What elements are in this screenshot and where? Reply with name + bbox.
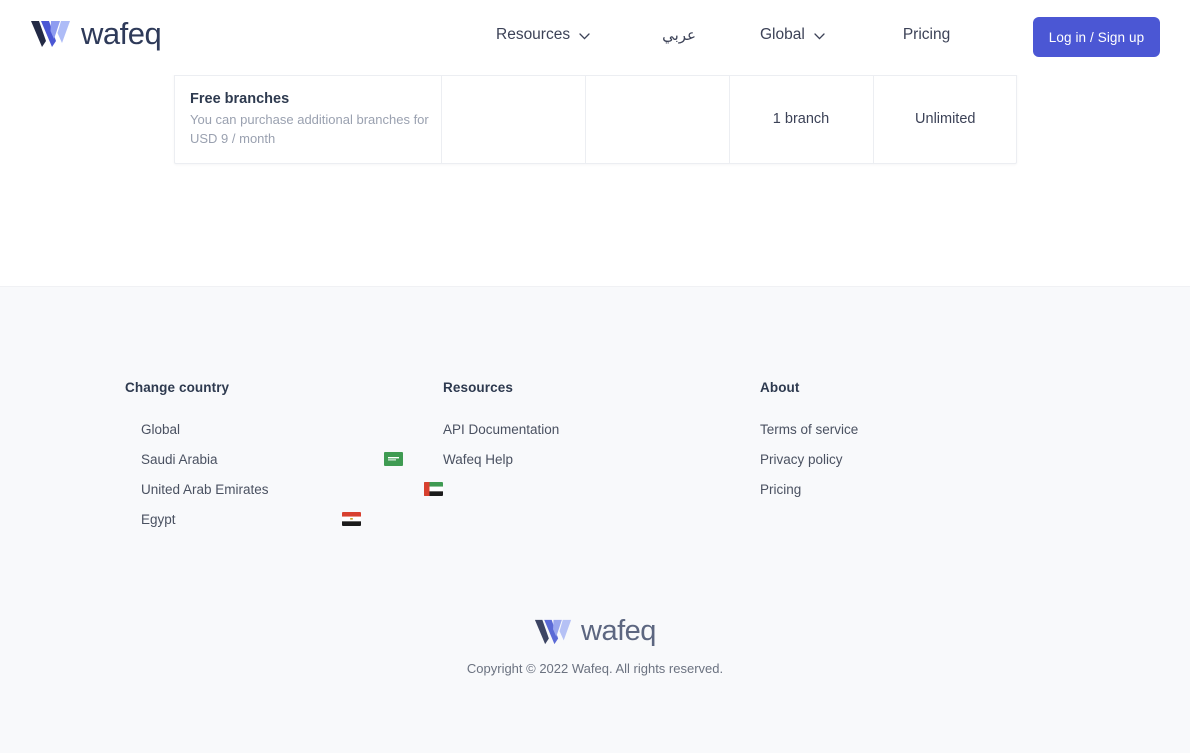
site-footer: Change country Global Saudi Arabia Unite…	[0, 286, 1190, 753]
footer-columns: Change country Global Saudi Arabia Unite…	[125, 380, 1065, 534]
uae-flag-icon	[424, 482, 443, 496]
nav-item-resources[interactable]: Resources	[496, 26, 590, 44]
egypt-flag-icon	[341, 512, 361, 526]
footer-link-united-arab-emirates[interactable]: United Arab Emirates	[125, 474, 443, 504]
footer-column-change-country: Change country Global Saudi Arabia Unite…	[125, 380, 443, 534]
footer-link-wafeq-help[interactable]: Wafeq Help	[443, 444, 760, 474]
chevron-down-icon	[814, 32, 825, 40]
table-cell-feature: Free branches You can purchase additiona…	[175, 74, 442, 164]
wafeq-logo-icon	[31, 20, 70, 47]
footer-column-heading: Resources	[443, 380, 513, 395]
nav-item-pricing[interactable]: Pricing	[903, 26, 950, 44]
footer-logo-block: wafeq Copyright © 2022 Wafeq. All rights…	[0, 617, 1190, 677]
table-cell-plan-1	[441, 74, 586, 164]
page-root: Free branches You can purchase additiona…	[0, 0, 1190, 753]
footer-column-heading: About	[760, 380, 800, 395]
footer-link-label: API Documentation	[443, 421, 560, 437]
footer-link-pricing[interactable]: Pricing	[760, 474, 1060, 504]
footer-logo-text: wafeq	[581, 615, 656, 647]
footer-column-about: About Terms of service Privacy policy Pr…	[760, 380, 1060, 534]
table-cell-plan-3: 1 branch	[729, 74, 874, 164]
footer-link-global[interactable]: Global	[125, 414, 443, 444]
footer-link-saudi-arabia[interactable]: Saudi Arabia	[125, 444, 443, 474]
footer-logo[interactable]: wafeq	[534, 617, 656, 646]
flag-slot	[218, 452, 403, 466]
logo-text: wafeq	[81, 16, 162, 51]
nav-item-arabic[interactable]: عربي	[662, 26, 696, 44]
site-header: wafeq Resources عربي Global Pricing Log …	[0, 0, 1190, 75]
footer-column-resources: Resources API Documentation Wafeq Help	[443, 380, 760, 534]
footer-link-label: Saudi Arabia	[141, 451, 218, 467]
footer-column-heading: Change country	[125, 380, 230, 395]
feature-description: You can purchase additional branches for…	[190, 112, 429, 147]
table-cell-plan-4: Unlimited	[873, 74, 1017, 164]
nav-item-label: Resources	[496, 26, 571, 43]
footer-link-label: Egypt	[141, 511, 176, 527]
footer-link-api-documentation[interactable]: API Documentation	[443, 414, 760, 444]
copyright-text: Copyright © 2022 Wafeq. All rights reser…	[466, 661, 724, 676]
footer-link-egypt[interactable]: Egypt	[125, 504, 443, 534]
footer-link-label: United Arab Emirates	[141, 481, 269, 497]
table-row: Free branches You can purchase additiona…	[175, 74, 1017, 164]
chevron-down-icon	[579, 32, 590, 40]
login-signup-button[interactable]: Log in / Sign up	[1033, 17, 1160, 57]
footer-link-privacy-policy[interactable]: Privacy policy	[760, 444, 1060, 474]
feature-title: Free branches	[190, 90, 290, 107]
footer-link-label: Global	[141, 421, 181, 437]
footer-link-label: Wafeq Help	[443, 451, 514, 467]
footer-link-label: Pricing	[760, 481, 802, 497]
nav-item-global[interactable]: Global	[760, 26, 825, 44]
flag-slot	[269, 482, 443, 496]
nav-item-label: عربي	[662, 27, 696, 44]
footer-link-terms-of-service[interactable]: Terms of service	[760, 414, 1060, 444]
flag-slot	[176, 512, 361, 526]
wafeq-logo-icon	[534, 619, 572, 644]
nav-item-label: Pricing	[902, 26, 951, 43]
main-nav: Resources عربي Global Pricing	[496, 26, 996, 44]
site-logo[interactable]: wafeq	[30, 16, 162, 51]
table-cell-plan-2	[585, 74, 730, 164]
footer-link-label: Privacy policy	[760, 451, 843, 467]
footer-link-label: Terms of service	[760, 421, 859, 437]
saudi-arabia-flag-icon	[383, 452, 403, 466]
nav-item-label: Global	[760, 26, 805, 43]
